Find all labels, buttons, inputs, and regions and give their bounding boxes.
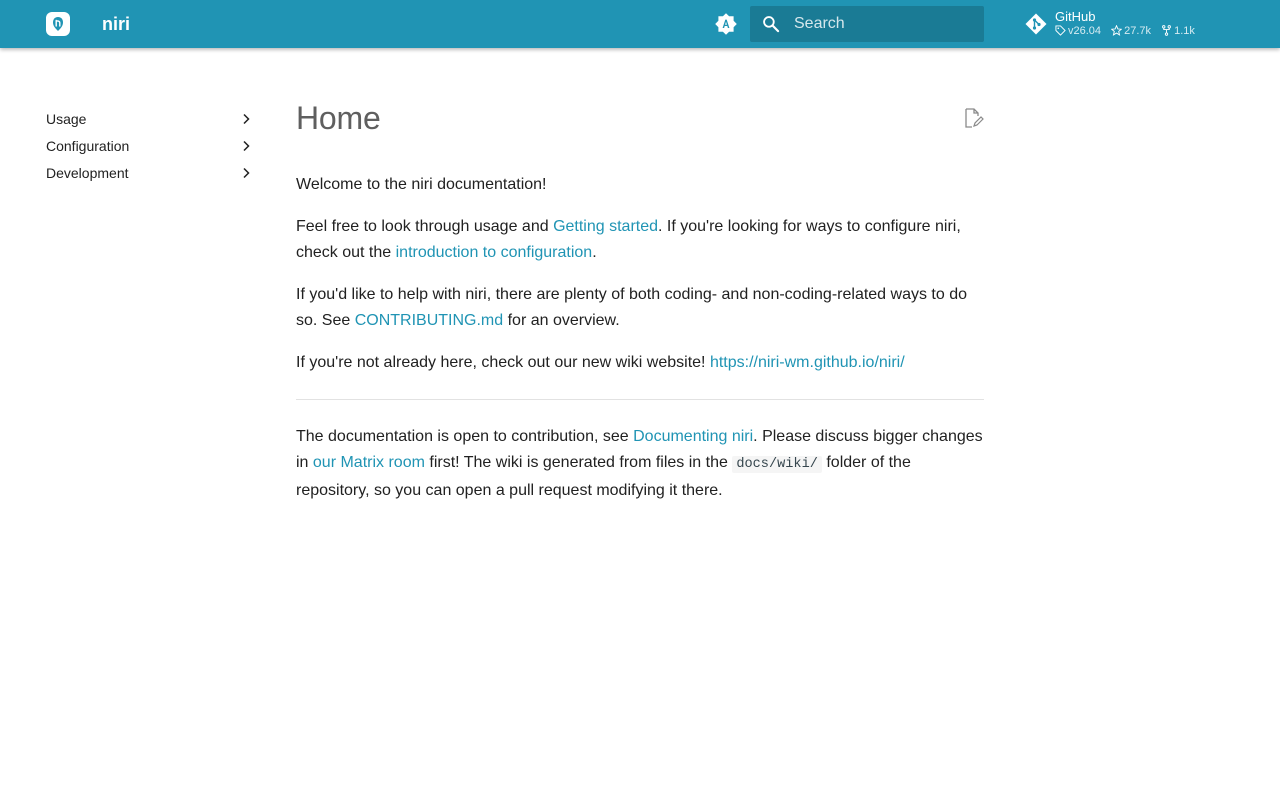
sidebar-nav: Usage Configuration Development xyxy=(46,108,256,189)
fork-icon xyxy=(1162,25,1171,36)
repo-facts: v26.04 27.7k 1.1k xyxy=(1055,24,1202,38)
paragraph-usage: Feel free to look through usage and Gett… xyxy=(296,218,961,261)
page-title: Home xyxy=(296,100,381,136)
repo-forks: 1.1k xyxy=(1161,25,1195,38)
search-input[interactable] xyxy=(794,6,980,42)
main-content: Home Welcome to the niri documentation! … xyxy=(296,96,984,520)
link-getting-started[interactable]: Getting started xyxy=(553,218,658,235)
star-icon xyxy=(1110,24,1123,36)
paragraph-documentation: The documentation is open to contributio… xyxy=(296,428,983,499)
chevron-right-icon xyxy=(243,113,250,125)
divider xyxy=(296,399,984,400)
code-docs-wiki: docs/wiki/ xyxy=(732,456,822,473)
site-title[interactable]: niri xyxy=(102,13,130,35)
link-documenting-niri[interactable]: Documenting niri xyxy=(633,428,753,445)
brightness-auto-icon[interactable] xyxy=(714,12,738,36)
link-contributing-md[interactable]: CONTRIBUTING.md xyxy=(355,312,503,329)
sidebar-item-development[interactable]: Development xyxy=(46,162,256,189)
sidebar-item-label: Usage xyxy=(46,111,87,127)
niri-logo-icon[interactable] xyxy=(46,12,70,36)
sidebar-item-configuration[interactable]: Configuration xyxy=(46,135,256,162)
repo-link[interactable]: GitHub v26.04 27.7k 1.1k xyxy=(1024,6,1214,42)
git-icon xyxy=(1025,13,1047,35)
sidebar-item-usage[interactable]: Usage xyxy=(46,108,256,135)
top-bar: niri GitHub v26.04 xyxy=(0,0,1280,48)
sidebar-item-label: Development xyxy=(46,165,129,181)
paragraph-contributing: If you'd like to help with niri, there a… xyxy=(296,286,968,329)
search-box[interactable] xyxy=(750,6,984,42)
link-matrix-room[interactable]: our Matrix room xyxy=(313,454,425,471)
paragraph-welcome: Welcome to the niri documentation! xyxy=(296,176,547,193)
chevron-right-icon xyxy=(243,167,250,179)
link-wiki-website[interactable]: https://niri-wm.github.io/niri/ xyxy=(710,354,905,371)
paragraph-wiki: If you're not already here, check out ou… xyxy=(296,354,905,371)
search-icon xyxy=(763,16,780,33)
sidebar-item-label: Configuration xyxy=(46,138,130,154)
repo-name: GitHub xyxy=(1055,9,1096,24)
chevron-right-icon xyxy=(243,140,250,152)
tag-icon xyxy=(1055,25,1066,36)
repo-stars: 27.7k xyxy=(1110,24,1151,38)
repo-version: v26.04 xyxy=(1055,25,1101,38)
link-introduction-to-configuration[interactable]: introduction to configuration xyxy=(396,244,593,261)
